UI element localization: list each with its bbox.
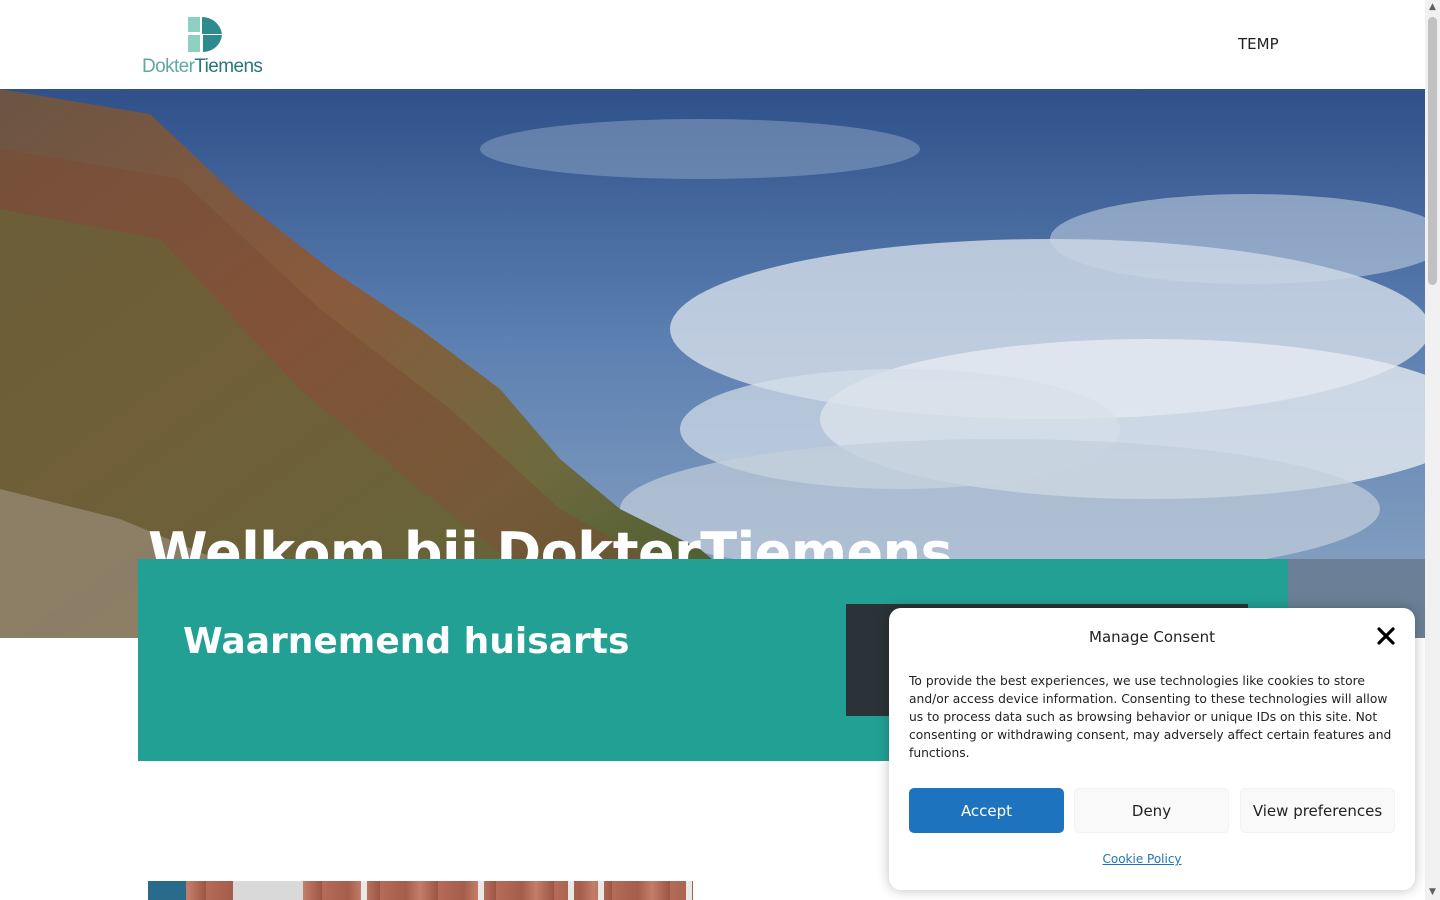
- hero-banner: Welkom bij DokterTiemens: [0, 89, 1425, 638]
- page-scrollbar[interactable]: ▲ ▼: [1425, 0, 1440, 900]
- scroll-down-icon[interactable]: ▼: [1425, 885, 1440, 900]
- nav-item-temp[interactable]: TEMP: [1238, 35, 1279, 53]
- building-photo: [148, 881, 693, 900]
- deny-button[interactable]: Deny: [1074, 788, 1229, 833]
- logo-mark-icon: [188, 17, 222, 52]
- site-logo[interactable]: DokterTiemens: [142, 16, 272, 80]
- view-preferences-button[interactable]: View preferences: [1240, 788, 1395, 833]
- close-icon[interactable]: [1375, 625, 1397, 647]
- scroll-up-icon[interactable]: ▲: [1425, 0, 1440, 15]
- logo-text: DokterTiemens: [142, 56, 263, 77]
- consent-dialog: Manage Consent To provide the best exper…: [889, 608, 1415, 890]
- consent-description: To provide the best experiences, we use …: [909, 674, 1392, 760]
- cookie-policy-link[interactable]: Cookie Policy: [889, 852, 1395, 866]
- accept-button[interactable]: Accept: [909, 788, 1064, 833]
- scrollbar-thumb[interactable]: [1428, 17, 1437, 285]
- consent-title: Manage Consent: [1089, 628, 1215, 646]
- intro-title: Waarnemend huisarts: [183, 621, 630, 662]
- site-header: DokterTiemens TEMP: [0, 0, 1425, 89]
